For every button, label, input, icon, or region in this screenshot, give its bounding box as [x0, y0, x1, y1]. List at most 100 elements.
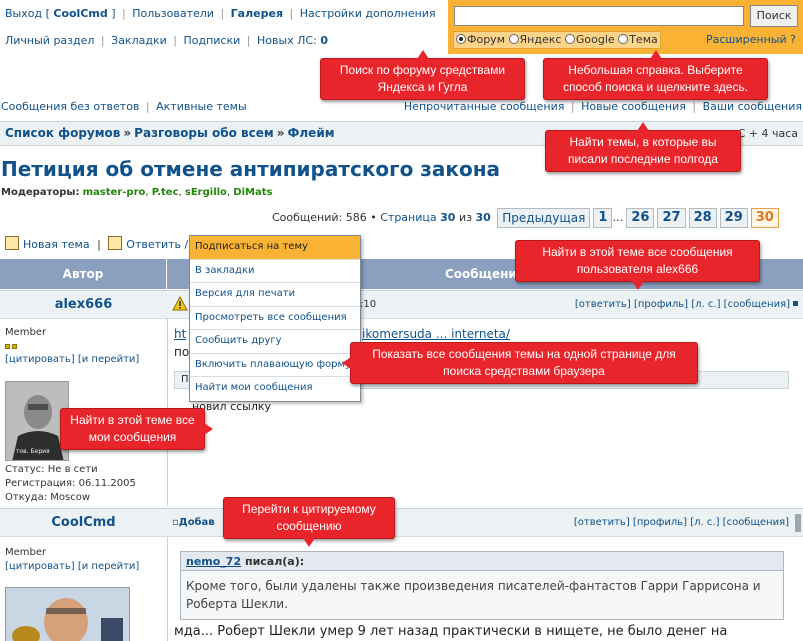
- radio-google-label: Google: [575, 33, 615, 46]
- radio-google[interactable]: Google: [564, 33, 615, 46]
- search-help-link[interactable]: ?: [790, 33, 796, 46]
- post-profile-link[interactable]: [профиль]: [633, 517, 687, 528]
- prev-page-button[interactable]: Предыдущая: [497, 208, 591, 228]
- separator: |: [122, 7, 126, 20]
- search-panel: Поиск Форум Яндекс Google Тема Расширенн…: [448, 0, 803, 54]
- cite-link[interactable]: [цитировать]: [5, 561, 75, 572]
- top-nav-row-2: Личный раздел | Закладки | Подписки | Но…: [5, 34, 328, 47]
- menu-bookmark[interactable]: В закладки: [190, 260, 360, 283]
- users-link[interactable]: Пользователи: [132, 7, 214, 20]
- top-nav-row-1: Выход [ CoolCmd ] | Пользователи | Галер…: [5, 7, 436, 20]
- reply-button[interactable]: Ответить /: [108, 236, 188, 251]
- unread-posts-link[interactable]: Непрочитанные сообщения: [404, 100, 564, 113]
- post-reply-link[interactable]: [ответить]: [574, 517, 630, 528]
- breadcrumb-talk[interactable]: Разговоры обо всем: [134, 126, 274, 140]
- new-topic-label: Новая тема: [23, 238, 90, 251]
- radio-yandex[interactable]: Яндекс: [508, 33, 561, 46]
- radio-forum[interactable]: Форум: [456, 33, 505, 46]
- menu-subscribe[interactable]: Подписаться на тему: [190, 236, 360, 260]
- bookmarks-link[interactable]: Закладки: [111, 34, 167, 47]
- personal-link[interactable]: Личный раздел: [5, 34, 94, 47]
- page-button[interactable]: 29: [719, 208, 748, 228]
- callout-your-topics: Найти темы, в которые вы писали последни…: [545, 122, 741, 172]
- page-button[interactable]: 1: [593, 208, 613, 228]
- logout-bracket: ]: [111, 7, 116, 20]
- new-posts-link[interactable]: Новые сообщения: [581, 100, 686, 113]
- post-added-label: Добав: [178, 517, 215, 528]
- author-actions: [цитировать] [и перейти]: [5, 560, 139, 573]
- top-nav: Выход [ CoolCmd ] | Пользователи | Галер…: [0, 0, 448, 54]
- menu-email-friend[interactable]: Сообщить другу: [190, 330, 360, 354]
- page-ellipsis: …: [612, 211, 624, 224]
- post-link-start[interactable]: ht: [174, 327, 186, 341]
- page-of: из: [458, 211, 472, 224]
- post-header: alex666 :10 [ответить] [профиль] [л. с.]…: [0, 291, 803, 319]
- post-messages-link[interactable]: [сообщения]: [723, 517, 789, 528]
- post: CoolCmd ▫Добав [ответить] [профиль] [л. …: [0, 508, 803, 641]
- subscriptions-link[interactable]: Подписки: [183, 34, 240, 47]
- radio-icon: [618, 34, 629, 44]
- radio-topic[interactable]: Тема: [618, 33, 658, 46]
- post-profile-link[interactable]: [профиль]: [634, 299, 688, 310]
- post-pm-link[interactable]: [л. с.]: [691, 299, 720, 310]
- topic-actions: Новая тема | Ответить /: [5, 236, 188, 251]
- post-pm-link[interactable]: [л. с.]: [690, 517, 719, 528]
- breadcrumb-arrow: »: [123, 126, 132, 140]
- new-pm-link[interactable]: Новых ЛС: 0: [257, 34, 328, 47]
- post-reply-link[interactable]: [ответить]: [575, 299, 631, 310]
- menu-find-my-posts[interactable]: Найти мои сообщения: [190, 377, 360, 401]
- post-author[interactable]: alex666: [0, 297, 167, 312]
- active-topics-link[interactable]: Активные темы: [156, 100, 247, 113]
- messages-label: Сообщений:: [272, 211, 343, 224]
- post-author[interactable]: CoolCmd: [0, 515, 167, 530]
- advanced-search-link[interactable]: Расширенный: [706, 33, 787, 46]
- breadcrumb-arrow: »: [276, 126, 285, 140]
- menu-floating-form[interactable]: Включить плавающую форму: [190, 354, 360, 377]
- moderator-link[interactable]: DiMats: [233, 187, 272, 198]
- reply-label: Ответить: [126, 238, 182, 251]
- cite-link[interactable]: [цитировать]: [5, 354, 75, 365]
- new-topic-button[interactable]: Новая тема: [5, 236, 90, 251]
- search-engine-options: Форум Яндекс Google Тема: [453, 31, 661, 49]
- breadcrumb-flame[interactable]: Флейм: [287, 126, 334, 140]
- current-page-button[interactable]: 30: [750, 208, 779, 228]
- post-link-end[interactable]: ikomersuda ... interneta/: [362, 327, 510, 341]
- menu-view-all[interactable]: Просмотреть все сообщения: [190, 307, 360, 330]
- addon-settings-link[interactable]: Настройки дополнения: [300, 7, 436, 20]
- search-button[interactable]: Поиск: [750, 5, 798, 27]
- author-status: Статус: Не в сети: [5, 464, 98, 475]
- breadcrumb-forums[interactable]: Список форумов: [5, 126, 120, 140]
- post-marker-icon: [793, 301, 798, 306]
- page-title: Петиция об отмене антипиратского закона: [1, 157, 501, 181]
- post-url-end[interactable]: ikomersuda ... interneta/: [362, 327, 510, 341]
- page-total: 30: [475, 211, 491, 224]
- quote-author-link[interactable]: nemo_72: [186, 555, 241, 568]
- cite-goto-link[interactable]: [и перейти]: [78, 561, 140, 572]
- gallery-link[interactable]: Галерея: [231, 7, 283, 20]
- page-button[interactable]: 28: [688, 208, 717, 228]
- moderator-link[interactable]: sErgillo: [185, 187, 227, 198]
- unanswered-link[interactable]: Сообщения без ответов: [1, 100, 139, 113]
- pagination: Сообщений: 586 • Страница 30 из 30 Преды…: [272, 208, 779, 230]
- page-button[interactable]: 26: [626, 208, 655, 228]
- quick-links-left: Сообщения без ответов | Активные темы: [1, 100, 247, 113]
- moderator-link[interactable]: P.tec: [152, 187, 179, 198]
- post-url-start[interactable]: ht: [174, 327, 186, 341]
- cite-goto-link[interactable]: [и перейти]: [78, 354, 140, 365]
- callout-goto-quote: Перейти к цитируемому сообщению: [223, 497, 395, 547]
- moderator-link[interactable]: master-pro: [83, 187, 146, 198]
- logout-link[interactable]: Выход [ CoolCmd ]: [5, 7, 116, 20]
- your-posts-link[interactable]: Ваши сообщения: [703, 100, 802, 113]
- search-input[interactable]: [454, 6, 744, 26]
- avatar-caption: тов. Берия: [16, 448, 50, 455]
- post-links: [ответить] [профиль] [л. с.] [сообщения]: [574, 517, 789, 528]
- message-column-header: Сообщение: [445, 267, 525, 281]
- scrollbar[interactable]: [795, 514, 801, 532]
- menu-print[interactable]: Версия для печати: [190, 283, 360, 307]
- post-messages-link[interactable]: [сообщения]: [724, 299, 790, 310]
- post-text: мда... Роберт Шекли умер 9 лет назад пра…: [174, 624, 728, 639]
- author-rank: Member: [5, 327, 47, 338]
- separator: |: [289, 7, 294, 20]
- page-button[interactable]: 27: [657, 208, 686, 228]
- quote-header: nemo_72 писал(а):: [181, 552, 783, 571]
